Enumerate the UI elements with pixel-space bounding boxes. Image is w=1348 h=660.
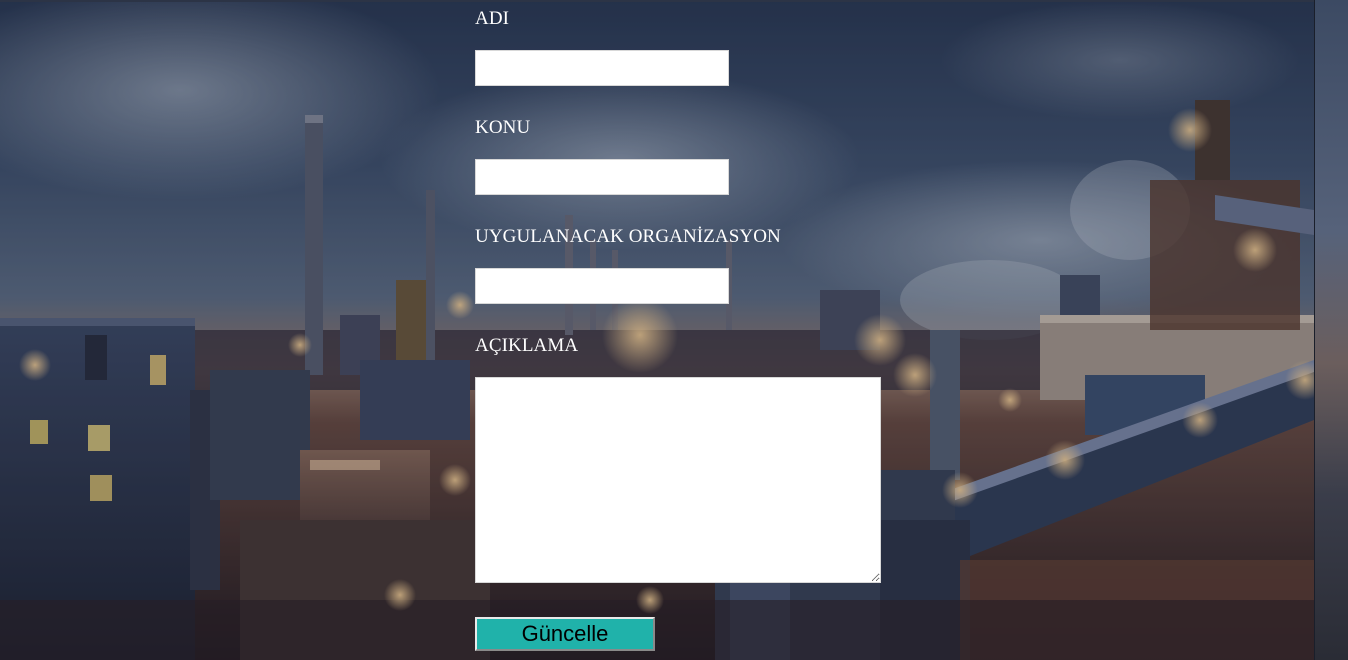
organization-label: UYGULANACAK ORGANİZASYON: [475, 226, 781, 247]
subject-input[interactable]: [475, 159, 729, 195]
update-button[interactable]: Güncelle: [475, 617, 655, 651]
name-label: ADI: [475, 8, 510, 29]
description-label: AÇIKLAMA: [475, 335, 579, 356]
name-input[interactable]: [475, 50, 729, 86]
top-border: [0, 0, 1314, 2]
organization-input[interactable]: [475, 268, 729, 304]
background-edge-strip: [1314, 0, 1348, 660]
subject-label: KONU: [475, 117, 531, 138]
page: ADI KONU UYGULANACAK ORGANİZASYON AÇIKLA…: [0, 0, 1348, 660]
description-textarea[interactable]: [475, 377, 881, 583]
